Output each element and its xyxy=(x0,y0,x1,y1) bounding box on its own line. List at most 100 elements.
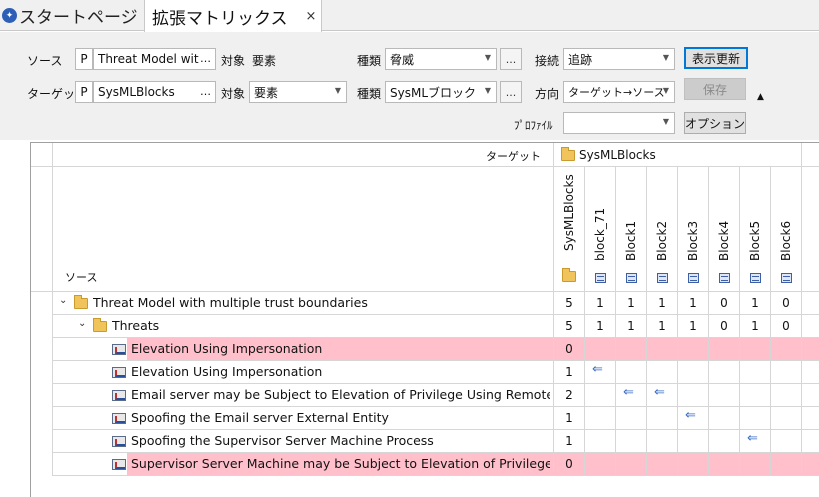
matrix-cell[interactable] xyxy=(585,407,616,430)
close-icon[interactable]: × xyxy=(306,9,317,24)
matrix-cell[interactable] xyxy=(709,407,740,430)
matrix-cell[interactable]: 1 xyxy=(740,315,771,338)
matrix-cell[interactable]: 1 xyxy=(554,407,585,430)
matrix-cell[interactable]: 0 xyxy=(709,315,740,338)
matrix-cell[interactable] xyxy=(771,407,802,430)
matrix-cell[interactable] xyxy=(585,384,616,407)
matrix-cell[interactable] xyxy=(616,453,647,476)
matrix-cell[interactable]: ⇐ xyxy=(647,384,678,407)
matrix-cell[interactable] xyxy=(709,430,740,453)
matrix-cell[interactable] xyxy=(709,453,740,476)
matrix-cell[interactable] xyxy=(647,361,678,384)
target-kind-ellipsis-button[interactable]: ... xyxy=(500,81,522,103)
matrix-cell[interactable]: 0 xyxy=(709,292,740,315)
refresh-button[interactable]: 表示更新 xyxy=(684,47,748,69)
row-label-cell[interactable]: Supervisor Server Machine may be Subject… xyxy=(53,453,554,476)
matrix-row[interactable]: Spoofing the Supervisor Server Machine P… xyxy=(31,430,819,453)
matrix-cell[interactable] xyxy=(616,338,647,361)
matrix-row[interactable]: Elevation Using Impersonation 1 ⇐ xyxy=(31,361,819,384)
matrix-cell[interactable] xyxy=(647,407,678,430)
row-label-cell[interactable]: Elevation Using Impersonation xyxy=(53,361,554,384)
matrix-cell[interactable] xyxy=(709,338,740,361)
link-type-select[interactable]: 追跡 ▼ xyxy=(563,48,675,70)
matrix-cell[interactable]: 1 xyxy=(585,292,616,315)
row-label-cell[interactable]: ⌄ Threats xyxy=(53,315,554,338)
matrix-cell[interactable]: 0 xyxy=(554,338,585,361)
matrix-cell[interactable]: 1 xyxy=(647,292,678,315)
matrix-row[interactable]: ⌄ Threats 5 1 1 1 1 0 1 0 xyxy=(31,315,819,338)
matrix-cell[interactable]: 1 xyxy=(740,292,771,315)
matrix-cell[interactable] xyxy=(709,361,740,384)
target-browse-dots[interactable]: … xyxy=(200,85,211,98)
matrix-cell[interactable] xyxy=(647,430,678,453)
options-button[interactable]: オプション xyxy=(684,112,746,134)
column-header-block_71[interactable]: block_71 xyxy=(585,167,616,292)
column-header-block4[interactable]: Block4 xyxy=(709,167,740,292)
matrix-cell[interactable] xyxy=(740,453,771,476)
matrix-cell[interactable]: 5 xyxy=(554,292,585,315)
source-kind-ellipsis-button[interactable]: ... xyxy=(500,48,522,70)
matrix-cell[interactable]: 5 xyxy=(554,315,585,338)
target-object-select[interactable]: 要素 ▼ xyxy=(249,81,347,103)
expand-chevron-icon[interactable]: ⌄ xyxy=(59,295,67,306)
matrix-cell[interactable] xyxy=(740,407,771,430)
row-label-cell[interactable]: Email server may be Subject to Elevation… xyxy=(53,384,554,407)
matrix-cell[interactable] xyxy=(771,361,802,384)
matrix-cell[interactable]: 0 xyxy=(771,315,802,338)
matrix-cell[interactable]: 1 xyxy=(554,361,585,384)
matrix-cell[interactable]: 0 xyxy=(554,453,585,476)
matrix-cell[interactable] xyxy=(709,384,740,407)
matrix-row[interactable]: Email server may be Subject to Elevation… xyxy=(31,384,819,407)
matrix-cell[interactable]: 1 xyxy=(647,315,678,338)
source-browse-dots[interactable]: … xyxy=(200,52,211,65)
matrix-cell[interactable] xyxy=(678,384,709,407)
matrix-cell[interactable] xyxy=(616,361,647,384)
tab-extended-matrix[interactable]: 拡張マトリックス × xyxy=(144,0,322,32)
matrix-cell[interactable] xyxy=(771,453,802,476)
column-header-block5[interactable]: Block5 xyxy=(740,167,771,292)
matrix-cell[interactable]: ⇐ xyxy=(616,384,647,407)
matrix-cell[interactable] xyxy=(585,453,616,476)
row-label-cell[interactable]: Spoofing the Email server External Entit… xyxy=(53,407,554,430)
matrix-cell[interactable] xyxy=(616,407,647,430)
target-kind-select[interactable]: SysMLブロック ▼ xyxy=(385,81,497,103)
matrix-cell[interactable] xyxy=(616,430,647,453)
matrix-cell[interactable] xyxy=(771,430,802,453)
row-label-cell[interactable]: Elevation Using Impersonation xyxy=(53,338,554,361)
matrix-cell[interactable] xyxy=(585,430,616,453)
matrix-cell[interactable]: 1 xyxy=(616,315,647,338)
matrix-cell[interactable]: 1 xyxy=(585,315,616,338)
matrix-cell[interactable]: 1 xyxy=(678,292,709,315)
row-label-cell[interactable]: Spoofing the Supervisor Server Machine P… xyxy=(53,430,554,453)
matrix-cell[interactable]: ⇐ xyxy=(585,361,616,384)
matrix-cell[interactable] xyxy=(740,384,771,407)
matrix-cell[interactable] xyxy=(678,453,709,476)
tab-start-page[interactable]: ✦ スタートページ xyxy=(0,0,142,31)
matrix-cell[interactable] xyxy=(740,361,771,384)
source-package-button[interactable]: P xyxy=(75,48,93,70)
matrix-row[interactable]: Spoofing the Email server External Entit… xyxy=(31,407,819,430)
column-header-block6[interactable]: Block6 xyxy=(771,167,802,292)
matrix-cell[interactable] xyxy=(678,430,709,453)
source-package-field[interactable]: Threat Model wit … xyxy=(93,48,216,70)
matrix-cell[interactable] xyxy=(771,338,802,361)
column-header-sysmlblocks[interactable]: SysMLBlocks xyxy=(554,167,585,292)
matrix-cell[interactable] xyxy=(771,384,802,407)
matrix-row[interactable]: Elevation Using Impersonation 0 xyxy=(31,338,819,361)
target-package-field[interactable]: SysMLBlocks … xyxy=(93,81,216,103)
matrix-cell[interactable]: 1 xyxy=(678,315,709,338)
matrix-cell[interactable] xyxy=(647,338,678,361)
matrix-cell[interactable] xyxy=(740,338,771,361)
expand-chevron-icon[interactable]: ⌄ xyxy=(78,318,86,329)
profile-select[interactable]: ▼ xyxy=(563,112,675,134)
matrix-row[interactable]: Supervisor Server Machine may be Subject… xyxy=(31,453,819,476)
matrix-cell[interactable]: ⇐ xyxy=(740,430,771,453)
matrix-row[interactable]: ⌄ Threat Model with multiple trust bounda… xyxy=(31,292,819,315)
matrix-cell[interactable] xyxy=(678,361,709,384)
matrix-cell[interactable] xyxy=(647,453,678,476)
matrix-cell[interactable]: 2 xyxy=(554,384,585,407)
matrix-cell[interactable] xyxy=(585,338,616,361)
direction-select[interactable]: ターゲット→ソース ▼ xyxy=(563,81,675,103)
column-header-block2[interactable]: Block2 xyxy=(647,167,678,292)
collapse-toolbar-icon[interactable]: ▲ xyxy=(757,92,764,102)
